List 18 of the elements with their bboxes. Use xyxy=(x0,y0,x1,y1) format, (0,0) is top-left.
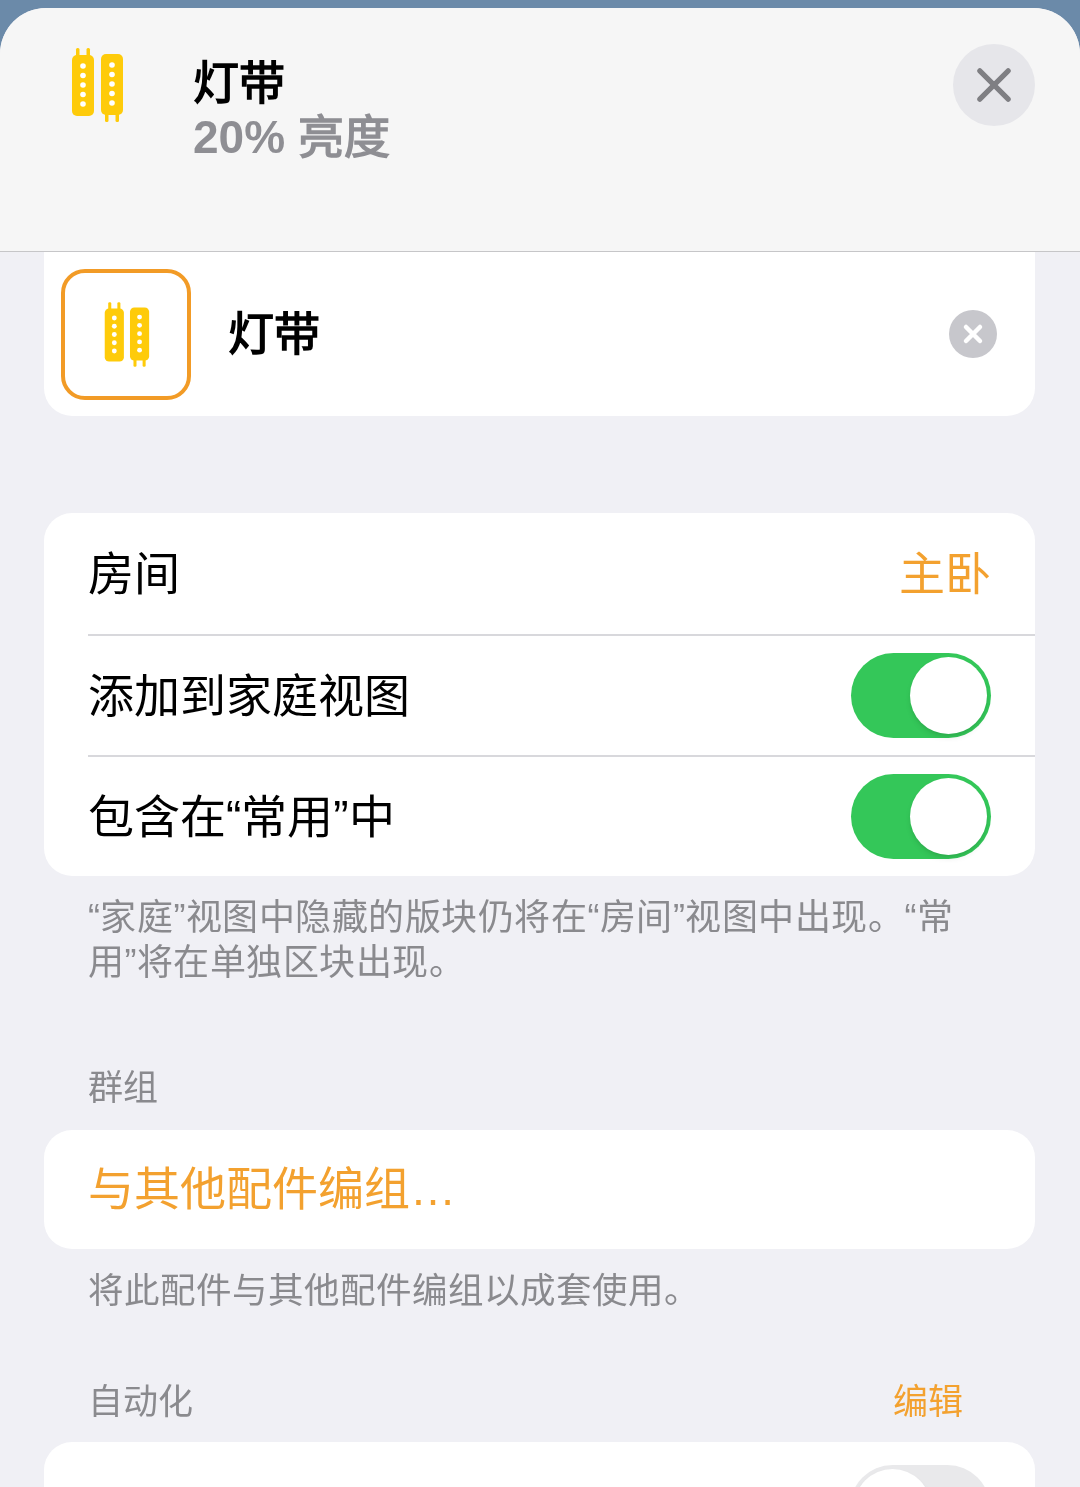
close-icon xyxy=(977,68,1011,102)
section-header: 群组 xyxy=(88,1067,158,1109)
clear-icon[interactable] xyxy=(949,310,997,358)
edit-button[interactable]: 编辑 xyxy=(893,1379,963,1424)
section-footer: 将此配件与其他配件编组以成套使用。 xyxy=(88,1269,700,1314)
brightness-status: 20% 亮度 xyxy=(193,110,390,164)
light-strip-icon xyxy=(102,301,150,367)
group-accessories-button[interactable]: 与其他配件编组… xyxy=(44,1130,1035,1249)
light-strip-icon xyxy=(70,48,124,122)
section-footer: “家庭”视图中隐藏的版块仍将在“房间”视图中出现。“常用”将在单独区块出现。 xyxy=(88,895,990,985)
room-value[interactable]: 主卧 xyxy=(899,545,991,602)
setting-label: 房间 xyxy=(88,546,180,602)
section-header: 自动化 xyxy=(88,1381,193,1423)
name-field[interactable]: 灯带 xyxy=(228,304,937,364)
setting-label: 添加到家庭视图 xyxy=(88,668,410,724)
setting-label: 包含在“常用”中 xyxy=(88,789,395,845)
accessory-title: 灯带 xyxy=(193,56,286,110)
icon-picker-button[interactable] xyxy=(61,268,191,400)
